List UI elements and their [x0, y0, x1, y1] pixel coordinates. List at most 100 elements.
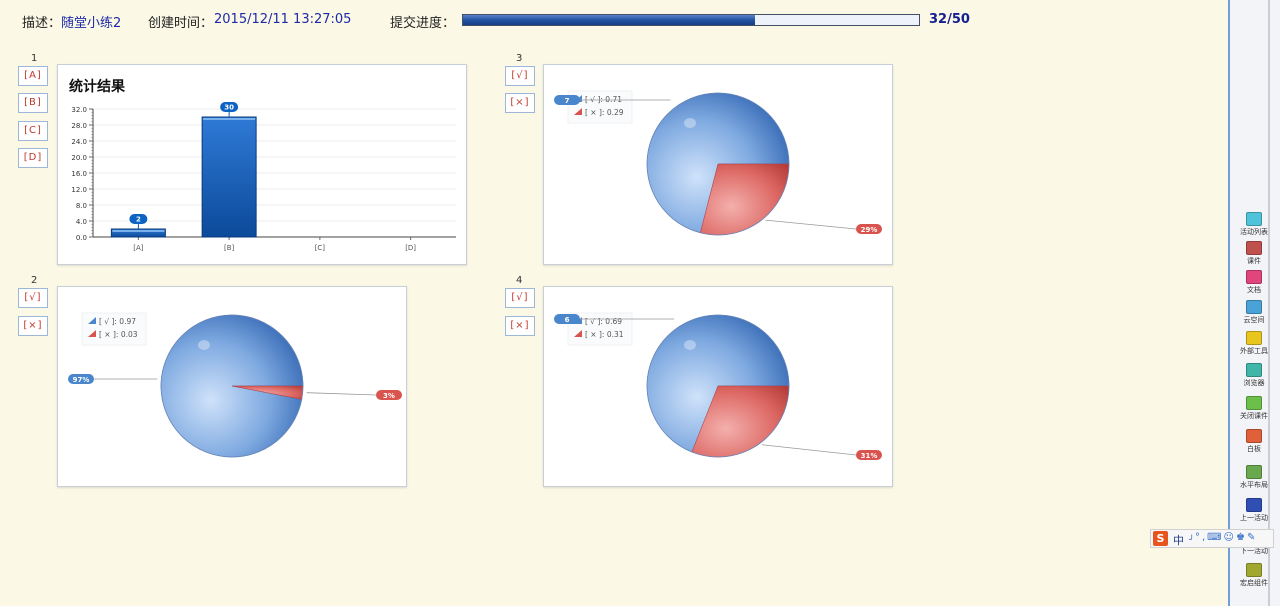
x-tick-label: [B] — [224, 244, 235, 252]
toolbar-tool-label: 白板 — [1247, 445, 1261, 453]
slice-label-false: 29% — [861, 226, 878, 234]
browser-icon — [1246, 363, 1262, 377]
statistics-bar-chart: 统计结果 0.0 4.0 8.0 12.0 16.0 20.0 24.0 28.0 32.0 [A… — [69, 78, 456, 252]
header-bar: 描述： 随堂小练2 创建时间： 2015/12/11 13:27:05 提交进度… — [0, 0, 1228, 40]
x-tick-label: [D] — [405, 244, 416, 252]
slice-label-true: 7 — [565, 97, 570, 105]
toolbar-tool-list[interactable]: 活动列表 — [1234, 212, 1274, 237]
option-button-false[interactable]: [×] — [505, 316, 535, 336]
close-courseware-icon — [1246, 396, 1262, 410]
y-tick-label: 4.0 — [76, 218, 87, 226]
ime-mode-toggle[interactable]: 中 — [1173, 532, 1184, 548]
y-tick-label: 28.0 — [71, 122, 87, 130]
slice-label-false: 3% — [383, 392, 395, 400]
legend-label: [ √ ]: 0.97 — [99, 317, 136, 326]
option-button-false[interactable]: [×] — [505, 93, 535, 113]
y-tick-label: 32.0 — [71, 106, 87, 114]
question-number: 2 — [31, 275, 38, 286]
y-tick-label: 0.0 — [76, 234, 87, 242]
toolbar-tool-component[interactable]: 宏启组件 — [1234, 563, 1274, 588]
courseware-icon — [1246, 241, 1262, 255]
option-button-true[interactable]: [√] — [505, 288, 535, 308]
layout-icon — [1246, 465, 1262, 479]
sogou-logo-icon: S — [1153, 531, 1168, 546]
toolbar-tool-label: 外部工具 — [1240, 347, 1268, 355]
option-button-a[interactable]: [A] — [18, 66, 48, 86]
cloud-icon — [1246, 300, 1262, 314]
description-value: 随堂小练2 — [61, 16, 122, 31]
slice-label-true: 97% — [73, 376, 90, 384]
toolbar-tool-browser[interactable]: 浏览器 — [1234, 363, 1274, 388]
toolbar-tool-cloud[interactable]: 云空间 — [1234, 300, 1274, 325]
prev-activity-icon — [1246, 498, 1262, 512]
legend-label: [ √ ]: 0.69 — [585, 317, 622, 326]
legend-label: [ √ ]: 0.71 — [585, 95, 622, 104]
x-tick-label: [C] — [315, 244, 326, 252]
data-label: 30 — [224, 104, 234, 112]
created-time-value: 2015/12/11 13:27:05 — [214, 12, 352, 27]
y-tick-label: 16.0 — [71, 170, 87, 178]
pie-chart-q2: [ √ ]: 0.97 [ × ]: 0.03 97% 3% — [68, 312, 402, 458]
slice-label-leader — [306, 392, 377, 396]
toolbar-tool-document[interactable]: 文档 — [1234, 270, 1274, 295]
y-tick-label: 8.0 — [76, 202, 87, 210]
option-button-c[interactable]: [C] — [18, 121, 48, 141]
pie-glare — [684, 118, 696, 128]
bar-highlight — [203, 118, 256, 120]
list-icon — [1246, 212, 1262, 226]
toolbar-tool-folder[interactable]: 外部工具 — [1234, 331, 1274, 356]
question-number: 3 — [516, 53, 523, 64]
description-label: 描述： — [22, 16, 62, 31]
data-label: 2 — [136, 216, 141, 224]
component-icon — [1246, 563, 1262, 577]
option-button-d[interactable]: [D] — [18, 148, 48, 168]
legend-label: [ × ]: 0.31 — [585, 330, 624, 339]
y-tick-label: 24.0 — [71, 138, 87, 146]
toolbar-tool-prev-activity[interactable]: 上一活动 — [1234, 498, 1274, 523]
progress-count: 32/50 — [929, 12, 970, 27]
whiteboard-icon — [1246, 429, 1262, 443]
slice-label-leader — [765, 219, 857, 230]
pie-chart-q3: [ √ ]: 0.71 [ × ]: 0.29 7 29% — [554, 90, 882, 236]
toolbar-tool-courseware[interactable]: 课件 — [1234, 241, 1274, 266]
chart-title: 统计结果 — [69, 78, 126, 95]
right-toolbar: 活动列表 课件 文档 云空间 外部工具 浏览器 关闭课件 白板 水平布局 上一活动 下一活动 宏启组件 — [1228, 0, 1280, 606]
pie-chart-panel-q3: [ √ ]: 0.71 [ × ]: 0.29 7 29% — [543, 64, 893, 265]
document-icon — [1246, 270, 1262, 284]
option-button-false[interactable]: [×] — [18, 316, 48, 336]
slice-label-true: 6 — [565, 316, 570, 324]
pie-chart-panel-q2: [ √ ]: 0.97 [ × ]: 0.03 97% 3% — [57, 286, 407, 487]
pie-chart-panel-q4: [ √ ]: 0.69 [ × ]: 0.31 6 31% — [543, 286, 893, 487]
toolbar-tool-label: 课件 — [1247, 257, 1261, 265]
pie-legend: [ √ ]: 0.97 [ × ]: 0.03 — [81, 312, 147, 346]
y-tick-label: 12.0 — [71, 186, 87, 194]
toolbar-tool-label: 活动列表 — [1240, 228, 1268, 236]
toolbar-tool-label: 文档 — [1247, 286, 1261, 294]
ime-tool-icons[interactable]: ᴊ°,⌨☺♚✎ — [1189, 532, 1257, 543]
option-button-b[interactable]: [B] — [18, 93, 48, 113]
toolbar-tool-whiteboard[interactable]: 白板 — [1234, 429, 1274, 454]
progress-label: 提交进度： — [390, 16, 456, 31]
legend-label: [ × ]: 0.29 — [585, 108, 624, 117]
created-time-label: 创建时间： — [148, 16, 214, 31]
y-tick-label: 20.0 — [71, 154, 87, 162]
ime-toolbar[interactable]: S 中 ᴊ°,⌨☺♚✎ — [1150, 529, 1274, 548]
bar-highlight — [112, 230, 165, 232]
question-number: 1 — [31, 53, 38, 64]
submission-progress-bar — [462, 14, 920, 26]
question-number: 4 — [516, 275, 523, 286]
toolbar-tool-label: 水平布局 — [1240, 481, 1268, 489]
toolbar-tool-label: 云空间 — [1243, 316, 1265, 324]
pie-glare — [198, 340, 210, 350]
slice-label-false: 31% — [861, 452, 878, 460]
option-button-true[interactable]: [√] — [505, 66, 535, 86]
folder-icon — [1246, 331, 1262, 345]
pie-chart-q4: [ √ ]: 0.69 [ × ]: 0.31 6 31% — [554, 312, 882, 460]
toolbar-tool-layout[interactable]: 水平布局 — [1234, 465, 1274, 490]
option-button-true[interactable]: [√] — [18, 288, 48, 308]
legend-label: [ × ]: 0.03 — [99, 330, 138, 339]
submission-progress-fill — [463, 15, 755, 25]
toolbar-tool-label: 关闭课件 — [1240, 412, 1268, 420]
toolbar-tool-close-courseware[interactable]: 关闭课件 — [1234, 396, 1274, 421]
toolbar-tool-label: 宏启组件 — [1240, 579, 1268, 587]
